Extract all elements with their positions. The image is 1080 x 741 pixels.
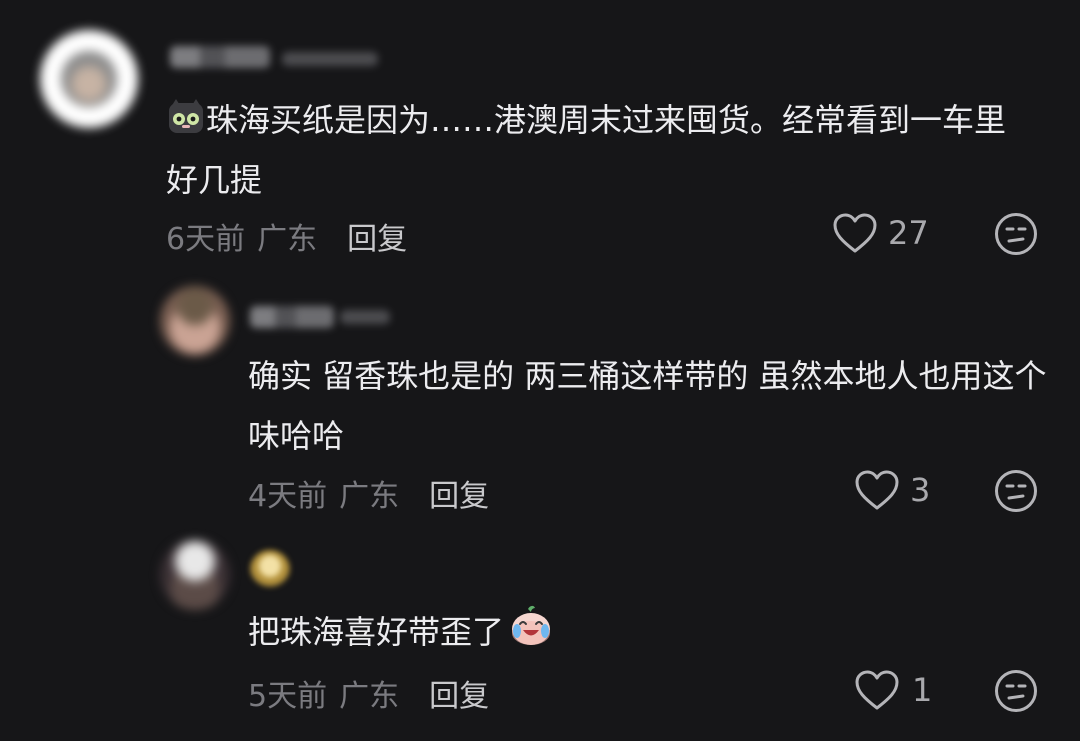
like-count: 1 <box>912 671 933 709</box>
dislike-button[interactable] <box>994 469 1038 513</box>
crying-laugh-emoji-icon <box>508 603 554 649</box>
comment-location: 广东 <box>339 679 400 714</box>
username-blurred[interactable] <box>250 306 334 328</box>
comment-meta: 4天前 广东 回复 <box>248 471 489 515</box>
comment-text: 珠海买纸是因为……港澳周末过来囤货。经常看到一车里好几提 <box>166 90 1036 210</box>
heart-icon <box>832 212 878 254</box>
comment-body: 珠海买纸是因为……港澳周末过来囤货。经常看到一车里好几提 <box>166 101 1007 199</box>
like-count: 27 <box>888 214 929 252</box>
username-blurred[interactable] <box>170 46 270 68</box>
like-button[interactable]: 1 <box>854 669 932 711</box>
comment-location: 广东 <box>339 479 400 514</box>
user-badge-icon <box>250 550 290 590</box>
cat-emoji-icon <box>166 96 206 136</box>
comment-meta: 5天前 广东 回复 <box>248 671 489 715</box>
comment-text: 把珠海喜好带歪了 <box>248 602 1048 662</box>
dislike-button[interactable] <box>994 669 1038 713</box>
comment-time: 4天前 <box>248 479 328 514</box>
avatar[interactable] <box>160 540 230 610</box>
unamused-face-icon <box>994 469 1038 513</box>
like-count: 3 <box>910 471 931 509</box>
avatar[interactable] <box>40 30 138 128</box>
comment-meta: 6天前 广东 回复 <box>166 214 407 258</box>
heart-icon <box>854 469 900 511</box>
like-button[interactable]: 3 <box>854 469 930 511</box>
dislike-button[interactable] <box>994 212 1038 256</box>
comment-time: 5天前 <box>248 679 328 714</box>
comment-text: 确实 留香珠也是的 两三桶这样带的 虽然本地人也用这个味哈哈 <box>248 357 1047 455</box>
comment-location: 广东 <box>257 222 318 257</box>
heart-icon <box>854 669 900 711</box>
like-button[interactable]: 27 <box>832 212 929 254</box>
username-suffix-blurred <box>282 52 378 66</box>
username-suffix-blurred <box>340 310 390 324</box>
comment-time: 6天前 <box>166 222 246 257</box>
unamused-face-icon <box>994 212 1038 256</box>
comment-body: 把珠海喜好带歪了 <box>248 613 505 651</box>
reply-button[interactable]: 回复 <box>347 214 407 258</box>
reply-button[interactable]: 回复 <box>429 671 489 715</box>
reply-button[interactable]: 回复 <box>429 471 489 515</box>
unamused-face-icon <box>994 669 1038 713</box>
avatar[interactable] <box>160 286 230 356</box>
